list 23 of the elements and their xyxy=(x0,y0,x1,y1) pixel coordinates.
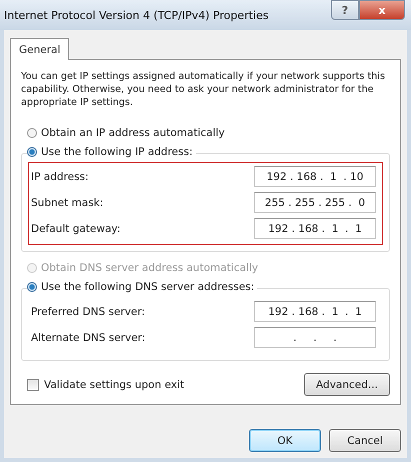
radio-button[interactable] xyxy=(27,128,37,138)
ok-button[interactable]: OK xyxy=(249,429,321,452)
field-label: Alternate DNS server: xyxy=(31,332,146,344)
field-label: Subnet mask: xyxy=(31,196,104,208)
radio-button[interactable] xyxy=(27,146,37,156)
tab[interactable]: General xyxy=(10,38,70,60)
ip-address-field[interactable]: 192 . 168 . 1 . 1 xyxy=(254,301,376,322)
checkbox[interactable] xyxy=(27,378,39,390)
radio-button[interactable] xyxy=(27,282,37,292)
help-button[interactable]: ? xyxy=(331,0,359,20)
description-text: You can get IP settings assigned automatically if your network supports this capability. Otherwise, you need to ask your network administrator for the appropriate IP settings. xyxy=(21,70,386,109)
advanced-button[interactable]: Advanced... xyxy=(304,373,390,396)
radio-option[interactable]: Obtain an IP address automatically xyxy=(27,123,390,142)
ip-address-field[interactable]: 255 . 255 . 255 . 0 xyxy=(254,192,376,213)
window-title: Internet Protocol Version 4 (TCP/IPv4) Properties xyxy=(4,8,269,22)
checkbox-option[interactable]: Validate settings upon exit xyxy=(27,378,184,390)
ip-address-field[interactable]: 192 . 168 . 1 . 1 xyxy=(254,218,376,239)
field-label: Default gateway: xyxy=(31,222,120,234)
cancel-button[interactable]: Cancel xyxy=(329,429,401,452)
ip-address-field[interactable]: . . . xyxy=(254,327,376,348)
field-label: Preferred DNS server: xyxy=(31,306,146,318)
field-label: IP address: xyxy=(31,170,89,182)
ip-address-field[interactable]: 192 . 168 . 1 . 10 xyxy=(254,166,376,187)
